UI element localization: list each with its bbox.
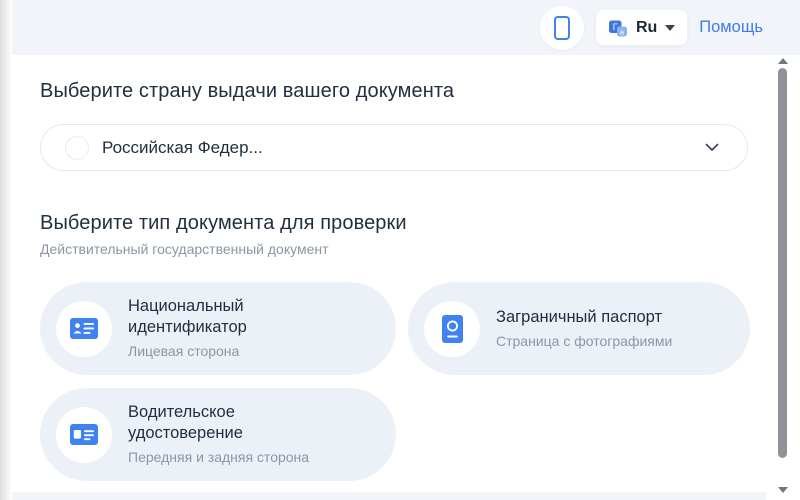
option-title: Заграничный паспорт xyxy=(496,307,663,326)
drivers-license-icon xyxy=(56,406,112,463)
passport-icon xyxy=(424,300,480,357)
option-drivers-license[interactable]: Водительское удостоверение Передняя и за… xyxy=(40,388,396,482)
document-section-subtitle: Действительный государственный документ xyxy=(40,241,329,257)
country-section-title: Выберите страну выдачи вашего документа xyxy=(40,80,455,102)
verification-widget: Г a Ru Помощь Выберите страну выдачи ваш… xyxy=(0,0,800,500)
scrollbar-thumb[interactable] xyxy=(778,68,787,458)
main-content: Выберите страну выдачи вашего документа … xyxy=(10,55,800,500)
language-selector[interactable]: Г a Ru xyxy=(594,9,689,46)
option-subtitle: Передняя и задняя сторона xyxy=(128,449,310,466)
translate-icon: Г a xyxy=(608,20,627,36)
country-select[interactable]: Российская Федер... xyxy=(40,124,748,171)
scroll-down-arrow-icon[interactable] xyxy=(778,487,788,493)
top-bar: Г a Ru Помощь xyxy=(10,0,800,55)
option-subtitle: Лицевая сторона xyxy=(128,343,240,360)
option-subtitle: Страница с фотографиями xyxy=(496,332,673,349)
chevron-down-icon xyxy=(705,143,719,152)
option-national-identifier[interactable]: Национальный идентификатор Лицевая сторо… xyxy=(40,282,396,376)
mobile-phone-button[interactable] xyxy=(539,5,584,50)
option-title: Национальный идентификатор xyxy=(128,297,247,337)
footer-bar xyxy=(10,492,766,500)
scrollbar xyxy=(776,55,790,500)
document-section-title: Выберите тип документа для проверки xyxy=(40,212,407,234)
help-link[interactable]: Помощь xyxy=(699,18,763,37)
option-title: Водительское удостоверение xyxy=(128,403,243,443)
russia-flag-icon xyxy=(65,136,89,160)
smartphone-icon xyxy=(553,15,570,40)
id-card-icon xyxy=(56,300,112,357)
chevron-down-icon xyxy=(665,24,676,31)
language-code: Ru xyxy=(635,18,658,36)
document-type-options: Национальный идентификатор Лицевая сторо… xyxy=(40,282,800,482)
option-international-passport[interactable]: Заграничный паспорт Страница с фотографи… xyxy=(408,282,750,376)
scroll-up-arrow-icon[interactable] xyxy=(778,58,788,64)
selected-country: Российская Федер... xyxy=(102,137,263,157)
page-edge-shadow xyxy=(0,0,12,500)
